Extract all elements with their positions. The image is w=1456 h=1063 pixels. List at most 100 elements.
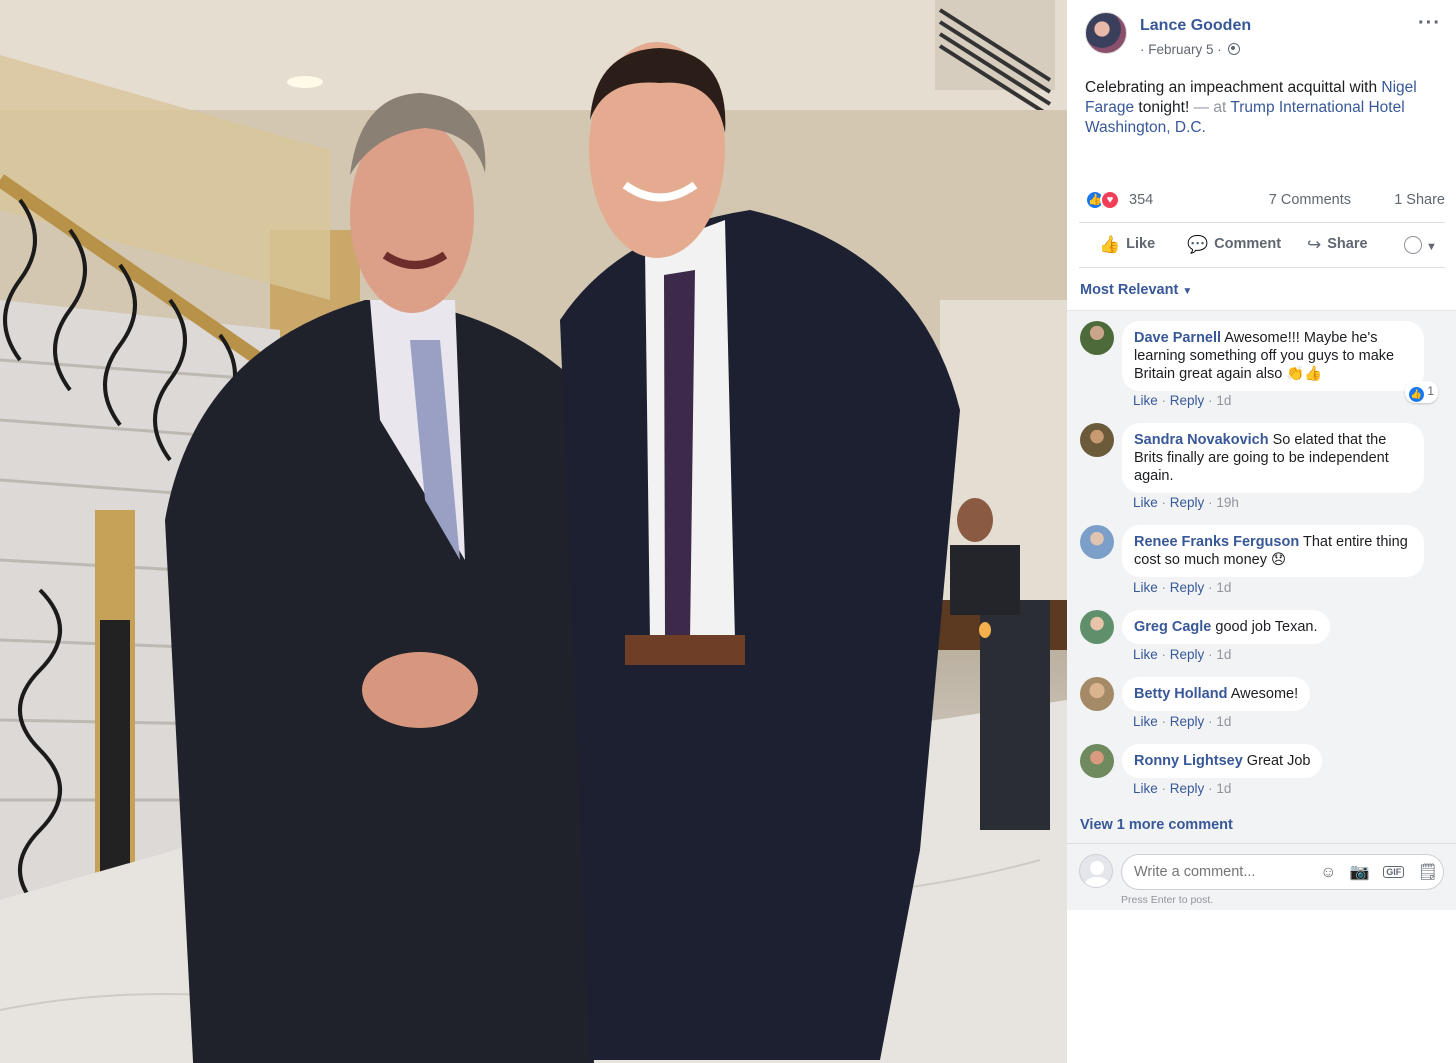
commenter-avatar[interactable]	[1080, 525, 1114, 559]
commenter-name[interactable]: Ronny Lightsey	[1134, 753, 1243, 769]
separator: ·	[1208, 714, 1213, 729]
comment-like-link[interactable]: Like	[1133, 495, 1158, 510]
comment-meta: Like · Reply · 1d	[1133, 781, 1231, 796]
comment-meta: Like · Reply · 19h	[1133, 495, 1239, 510]
comment-meta: Like · Reply · 1d	[1133, 580, 1231, 595]
commenter-name[interactable]: Renee Franks Ferguson	[1134, 534, 1299, 550]
comment-time[interactable]: 1d	[1216, 647, 1231, 662]
sticker-icon[interactable]: 🗒	[1418, 864, 1438, 881]
globe-icon	[1227, 43, 1240, 55]
comment-reply-link[interactable]: Reply	[1170, 580, 1205, 595]
separator: ·	[1208, 647, 1213, 662]
commenter-name[interactable]: Betty Holland	[1134, 686, 1227, 702]
commenter-avatar[interactable]	[1080, 610, 1114, 644]
share-button[interactable]: ↪ Share	[1307, 235, 1368, 255]
post-date[interactable]: · February 5 ·	[1140, 42, 1240, 57]
commenter-avatar[interactable]	[1080, 423, 1114, 457]
comment-text: good job Texan.	[1215, 619, 1318, 635]
composer-hint: Press Enter to post.	[1121, 894, 1214, 906]
author-name[interactable]: Lance Gooden	[1140, 17, 1251, 35]
comment-like-link[interactable]: Like	[1133, 781, 1158, 796]
commenter-avatar[interactable]	[1080, 321, 1114, 355]
post-as-selector[interactable]: ▼	[1404, 236, 1437, 254]
comment-reply-link[interactable]: Reply	[1170, 781, 1205, 796]
comment-time[interactable]: 1d	[1216, 580, 1231, 595]
post-text-mid: tonight!	[1134, 99, 1190, 116]
separator: ·	[1208, 580, 1213, 595]
view-more-comments-link[interactable]: View 1 more comment	[1080, 817, 1233, 833]
separator: ·	[1161, 580, 1167, 595]
comment-reply-link[interactable]: Reply	[1170, 393, 1205, 408]
post-text: Celebrating an impeachment acquittal wit…	[1085, 78, 1441, 138]
commenter-avatar[interactable]	[1080, 677, 1114, 711]
comment-bubble: Sandra Novakovich So elated that the Bri…	[1122, 423, 1424, 493]
separator: ·	[1161, 495, 1167, 510]
post-date-text: · February 5 ·	[1140, 42, 1222, 57]
comments-section: Dave Parnell Awesome!!! Maybe he's learn…	[1067, 310, 1456, 910]
at-prefix: — at	[1189, 99, 1231, 116]
reaction-count[interactable]: 354	[1129, 192, 1153, 208]
comment-reply-link[interactable]: Reply	[1170, 647, 1205, 662]
photo-illustration	[0, 0, 1067, 1063]
post-side-panel: Lance Gooden · February 5 · ··· Celebrat…	[1067, 0, 1456, 1063]
comment-bubble: Greg Cagle good job Texan.	[1122, 610, 1330, 644]
comment-meta: Like · Reply · 1d	[1133, 714, 1231, 729]
thumbs-up-icon: 👍	[1099, 235, 1121, 254]
composer-tools: ☺ 📷 GIF 🗒	[1311, 862, 1438, 882]
comment-time[interactable]: 19h	[1216, 495, 1239, 510]
comment-like-link[interactable]: Like	[1133, 580, 1158, 595]
comment-reaction-badge[interactable]: 👍 1	[1404, 381, 1438, 403]
comment-like-link[interactable]: Like	[1133, 714, 1158, 729]
comment-button[interactable]: 💬 Comment	[1187, 235, 1281, 255]
post-actions: 👍 Like 💬 Comment ↪ Share ▼	[1079, 222, 1445, 268]
emoji-icon[interactable]: ☺	[1320, 864, 1336, 881]
comment-reply-link[interactable]: Reply	[1170, 495, 1205, 510]
caret-down-icon: ▼	[1182, 286, 1193, 297]
comment-time[interactable]: 1d	[1216, 714, 1231, 729]
comment-time[interactable]: 1d	[1216, 393, 1231, 408]
author-avatar[interactable]	[1085, 12, 1127, 54]
comment-reply-link[interactable]: Reply	[1170, 714, 1205, 729]
comment-bubble: Ronny Lightsey Great Job	[1122, 744, 1323, 778]
like-reaction-icon: 👍	[1408, 387, 1424, 402]
comment-sort-dropdown[interactable]: Most Relevant ▼	[1080, 282, 1192, 298]
reactions-summary: 👍 ♥ 354 7 Comments 1 Share	[1085, 190, 1445, 212]
gif-icon[interactable]: GIF	[1383, 866, 1405, 878]
commenter-avatar[interactable]	[1080, 744, 1114, 778]
shares-count[interactable]: 1 Share	[1394, 192, 1445, 208]
comment-text: Great Job	[1246, 753, 1311, 769]
comment-bubble: Dave Parnell Awesome!!! Maybe he's learn…	[1122, 321, 1438, 403]
comments-count[interactable]: 7 Comments	[1269, 192, 1351, 208]
comment-bubble-icon: 💬	[1187, 235, 1209, 254]
love-reaction-icon[interactable]: ♥	[1100, 190, 1120, 210]
comment-bubble: Betty Holland Awesome!	[1122, 677, 1311, 711]
post-photo[interactable]	[0, 0, 1067, 1063]
more-options-icon[interactable]: ···	[1418, 12, 1441, 35]
separator: ·	[1208, 781, 1213, 796]
share-button-label: Share	[1327, 236, 1368, 252]
user-avatar	[1079, 854, 1113, 888]
commenter-name[interactable]: Sandra Novakovich	[1134, 432, 1269, 448]
commenter-name[interactable]: Dave Parnell	[1134, 330, 1221, 346]
separator: ·	[1208, 393, 1213, 408]
separator: ·	[1161, 781, 1167, 796]
comment-button-label: Comment	[1214, 236, 1282, 252]
comment-bubble: Renee Franks Ferguson That entire thing …	[1122, 525, 1424, 577]
comment-reaction-count: 1	[1427, 384, 1434, 398]
comment-like-link[interactable]: Like	[1133, 647, 1158, 662]
share-arrow-icon: ↪	[1307, 235, 1322, 254]
chevron-down-icon: ▼	[1426, 241, 1437, 253]
separator: ·	[1161, 714, 1167, 729]
comment-like-link[interactable]: Like	[1133, 393, 1158, 408]
camera-icon[interactable]: 📷	[1350, 864, 1370, 881]
comment-meta: Like · Reply · 1d	[1133, 393, 1231, 408]
comment-time[interactable]: 1d	[1216, 781, 1231, 796]
separator: ·	[1208, 495, 1213, 510]
commenter-name[interactable]: Greg Cagle	[1134, 619, 1211, 635]
post-text-start: Celebrating an impeachment acquittal wit…	[1085, 79, 1382, 96]
separator: ·	[1161, 393, 1167, 408]
post-header: Lance Gooden · February 5 · ···	[1085, 12, 1445, 62]
comment-composer: ☺ 📷 GIF 🗒 Press Enter to post.	[1067, 843, 1456, 911]
like-button[interactable]: 👍 Like	[1099, 235, 1155, 255]
separator: ·	[1161, 647, 1167, 662]
